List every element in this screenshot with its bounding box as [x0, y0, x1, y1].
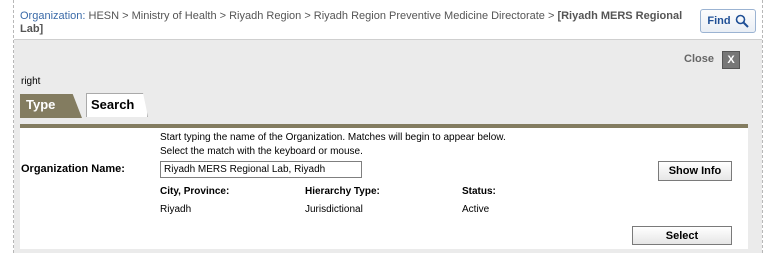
- organization-name-label: Organization Name:: [21, 163, 125, 175]
- stray-text: right: [21, 76, 41, 87]
- city-province-value: Riyadh: [160, 204, 192, 215]
- breadcrumb-label: Organization:: [20, 10, 86, 22]
- show-info-button[interactable]: Show Info: [658, 161, 732, 181]
- instructions: Start typing the name of the Organizatio…: [160, 131, 506, 159]
- tab-search[interactable]: Search: [86, 93, 148, 117]
- instructions-line-1: Start typing the name of the Organizatio…: [160, 132, 506, 143]
- status-value: Active: [462, 204, 490, 215]
- breadcrumb-path[interactable]: HESN > Ministry of Health > Riyadh Regio…: [89, 10, 558, 22]
- close-label[interactable]: Close: [684, 53, 714, 65]
- close-icon[interactable]: X: [722, 51, 740, 69]
- city-province-label: City, Province:: [160, 186, 230, 197]
- find-button[interactable]: Find: [700, 9, 756, 33]
- find-label: Find: [707, 15, 731, 27]
- tab-type[interactable]: Type: [20, 94, 82, 118]
- search-icon: [735, 14, 749, 28]
- instructions-line-2: Select the match with the keyboard or mo…: [160, 146, 363, 157]
- status-label: Status:: [462, 186, 496, 197]
- select-button[interactable]: Select: [632, 226, 732, 245]
- search-form: Start typing the name of the Organizatio…: [20, 124, 748, 249]
- organization-name-input[interactable]: [160, 161, 362, 178]
- breadcrumb: Organization: HESN > Ministry of Health …: [20, 10, 690, 36]
- breadcrumb-bar: Organization: HESN > Ministry of Health …: [14, 4, 762, 40]
- organization-panel: Close X right Type Search Start typing t…: [14, 40, 762, 253]
- hierarchy-type-label: Hierarchy Type:: [305, 186, 380, 197]
- hierarchy-type-value: Jurisdictional: [305, 204, 363, 215]
